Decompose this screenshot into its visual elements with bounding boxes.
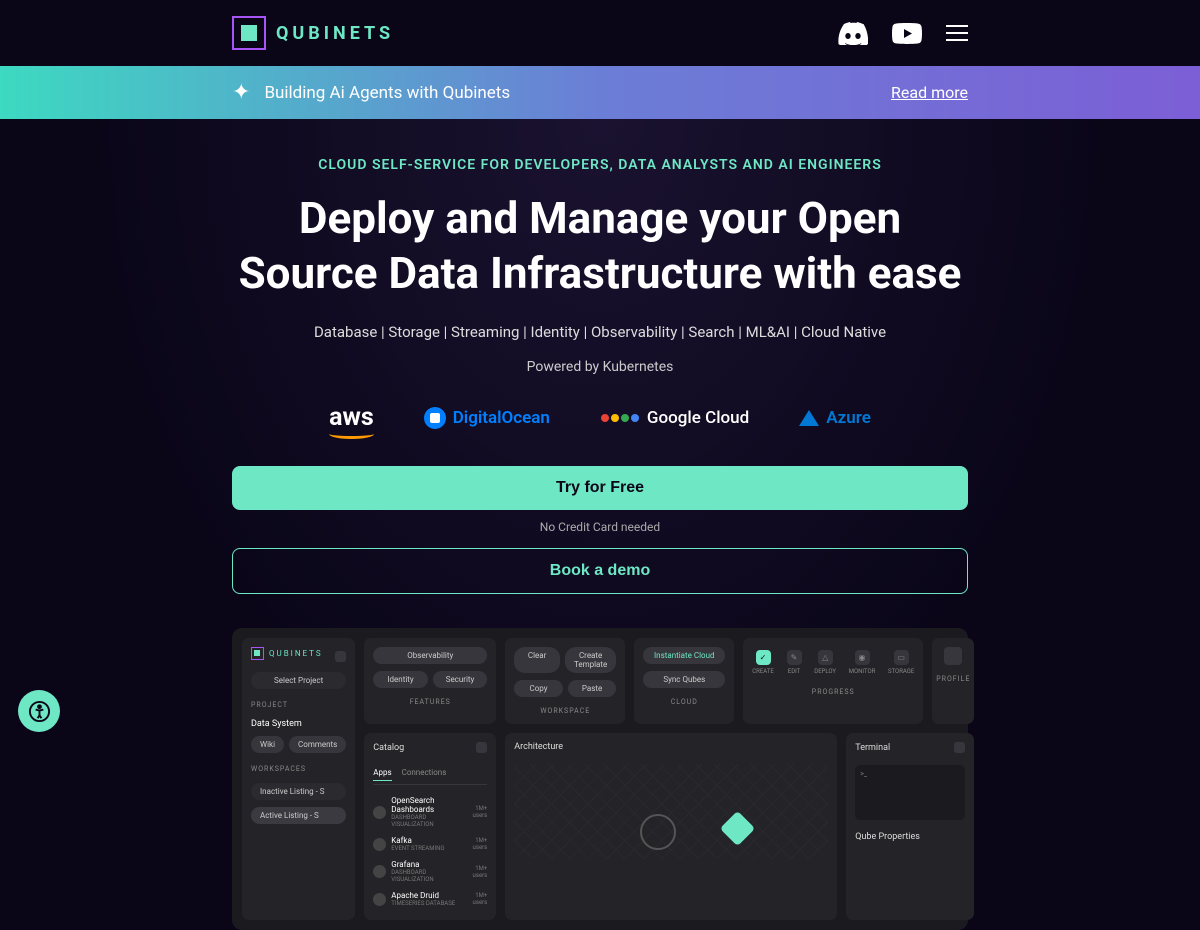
hero-powered: Powered by Kubernetes: [232, 359, 968, 375]
create-template-button[interactable]: Create Template: [565, 647, 616, 673]
hero: CLOUD SELF-SERVICE FOR DEVELOPERS, DATA …: [0, 119, 1200, 930]
hero-eyebrow: CLOUD SELF-SERVICE FOR DEVELOPERS, DATA …: [232, 157, 968, 173]
menu-icon[interactable]: [946, 25, 968, 41]
digitalocean-logo: DigitalOcean: [424, 407, 550, 429]
azure-logo: Azure: [799, 408, 871, 428]
progress-label: PROGRESS: [752, 688, 914, 696]
discord-icon[interactable]: [838, 22, 868, 45]
banner-read-more-link[interactable]: Read more: [891, 83, 968, 102]
architecture-panel: Architecture: [505, 733, 837, 920]
terminal-title: Terminal: [855, 743, 890, 753]
aws-logo: aws: [329, 403, 374, 432]
architecture-canvas[interactable]: [514, 764, 828, 859]
features-panel: Observability Identity Security FEATURES: [364, 638, 496, 724]
step-deploy[interactable]: △DEPLOY: [814, 650, 836, 675]
profile-icon: [944, 647, 962, 665]
try-free-button[interactable]: Try for Free: [232, 466, 968, 510]
cloud-label: CLOUD: [643, 698, 725, 706]
clear-button[interactable]: Clear: [514, 647, 560, 673]
terminal-panel: Terminal >_ Qube Properties: [846, 733, 974, 920]
identity-pill[interactable]: Identity: [373, 671, 428, 688]
tab-connections[interactable]: Connections: [402, 768, 447, 781]
googlecloud-logo: Google Cloud: [600, 408, 749, 428]
workspace-item[interactable]: Active Listing - S: [251, 807, 346, 824]
workspace-label: WORKSPACE: [514, 707, 616, 715]
collapse-icon[interactable]: [335, 651, 346, 662]
terminal-expand-icon[interactable]: [954, 742, 965, 753]
paste-button[interactable]: Paste: [568, 680, 617, 697]
observability-pill[interactable]: Observability: [373, 647, 487, 664]
cta-caption: No Credit Card needed: [232, 520, 968, 534]
cloud-panel: Instantiate Cloud Sync Qubes CLOUD: [634, 638, 734, 724]
sparkle-icon: ✦: [232, 80, 250, 105]
cloud-providers: aws DigitalOcean Google Cloud Azure: [232, 403, 968, 432]
catalog-item[interactable]: KafkaEVENT STREAMING1M+users: [373, 832, 487, 856]
catalog-panel: Catalog Apps Connections OpenSearch Dash…: [364, 733, 496, 920]
announcement-banner: ✦ Building Ai Agents with Qubinets Read …: [0, 66, 1200, 119]
tab-apps[interactable]: Apps: [373, 768, 391, 781]
project-name: Data System: [251, 719, 346, 729]
workspaces-label: WORKSPACES: [251, 765, 346, 773]
app-screenshot: QUBINETS Select Project PROJECT Data Sys…: [232, 628, 968, 930]
app-logo: QUBINETS: [251, 647, 323, 660]
instantiate-cloud-button[interactable]: Instantiate Cloud: [643, 647, 725, 664]
brand-logo[interactable]: QUBINETS: [232, 16, 394, 50]
sync-qubes-button[interactable]: Sync Qubes: [643, 671, 725, 688]
accessibility-fab[interactable]: [18, 690, 60, 732]
terminal-body[interactable]: >_: [855, 765, 965, 820]
qube-properties-title: Qube Properties: [855, 832, 920, 842]
project-label: PROJECT: [251, 701, 346, 709]
top-nav: QUBINETS: [0, 0, 1200, 66]
step-monitor[interactable]: ◉MONITOR: [849, 650, 876, 675]
hero-headline: Deploy and Manage your Open Source Data …: [232, 191, 968, 301]
architecture-title: Architecture: [514, 742, 563, 752]
features-label: FEATURES: [373, 698, 487, 706]
youtube-icon[interactable]: [892, 23, 922, 44]
expand-icon[interactable]: [476, 742, 487, 753]
security-pill[interactable]: Security: [433, 671, 488, 688]
catalog-item[interactable]: GrafanaDASHBOARD VISUALIZATION1M+users: [373, 856, 487, 887]
profile-panel[interactable]: PROFILE: [932, 638, 974, 724]
workspace-panel: Clear Create Template Copy Paste WORKSPA…: [505, 638, 625, 724]
catalog-item[interactable]: OpenSearch DashboardsDASHBOARD VISUALIZA…: [373, 792, 487, 832]
catalog-title: Catalog: [373, 743, 404, 753]
logo-icon: [232, 16, 266, 50]
catalog-item[interactable]: Apache DruidTIMESERIES DATABASE1M+users: [373, 887, 487, 911]
profile-label: PROFILE: [936, 675, 970, 683]
copy-button[interactable]: Copy: [514, 680, 563, 697]
step-storage[interactable]: ▭STORAGE: [888, 650, 914, 675]
progress-panel: ✓CREATE ✎EDIT △DEPLOY ◉MONITOR ▭STORAGE …: [743, 638, 923, 724]
banner-text: Building Ai Agents with Qubinets: [264, 83, 510, 103]
wiki-button[interactable]: Wiki: [251, 736, 284, 753]
workspace-item[interactable]: Inactive Listing - S: [251, 783, 346, 800]
hero-subhead: Database | Storage | Streaming | Identit…: [232, 323, 968, 341]
step-create[interactable]: ✓CREATE: [752, 650, 774, 675]
comments-button[interactable]: Comments: [289, 736, 346, 753]
brand-name: QUBINETS: [276, 23, 394, 44]
select-project-button[interactable]: Select Project: [251, 672, 346, 689]
book-demo-button[interactable]: Book a demo: [232, 548, 968, 594]
step-edit[interactable]: ✎EDIT: [787, 650, 802, 675]
nav-actions: [838, 22, 968, 45]
app-sidebar: QUBINETS Select Project PROJECT Data Sys…: [242, 638, 355, 920]
